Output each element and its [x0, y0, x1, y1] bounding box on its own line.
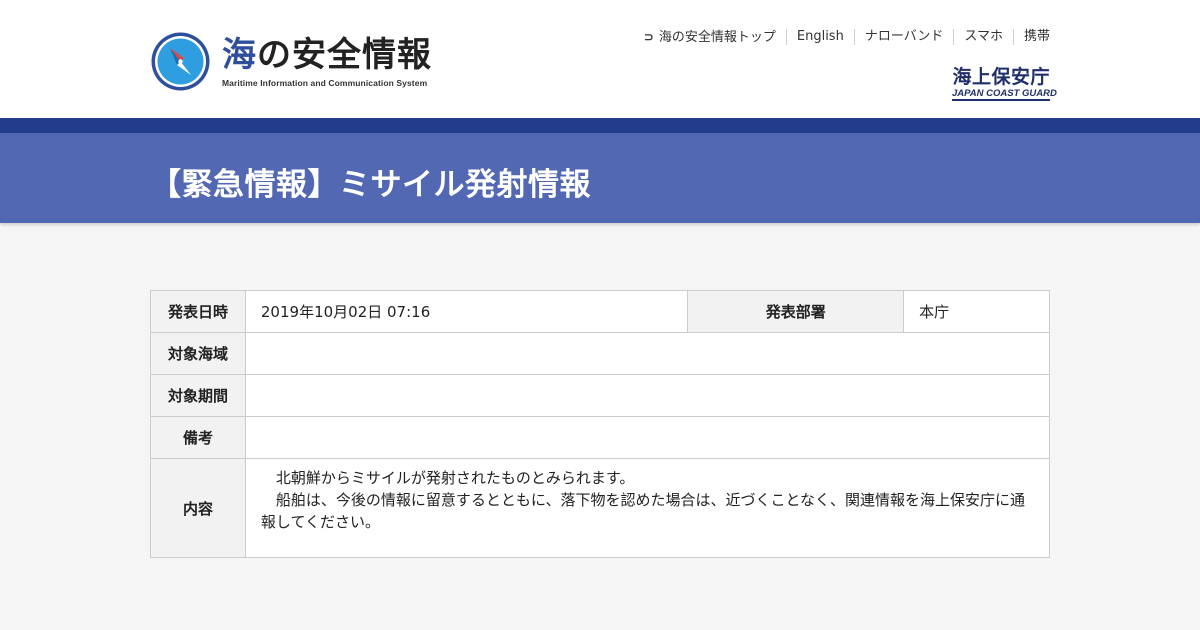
content-line: 北朝鮮からミサイルが発射されたものとみられます。 [260, 469, 635, 487]
dept-label: 発表部署 [687, 290, 905, 333]
utility-nav: ⊃ 海の安全情報トップ English ナローバンド スマホ 携帯 [634, 28, 1050, 46]
nav-link-narrowband[interactable]: ナローバンド [853, 29, 954, 45]
period-value [244, 374, 1051, 417]
compass-logo-icon [151, 32, 210, 90]
arrow-icon: ⊃ [643, 29, 654, 44]
issued-label: 発表日時 [150, 290, 246, 333]
table-row: 対象期間 [150, 374, 1051, 417]
period-label: 対象期間 [150, 374, 246, 417]
table-row: 備考 [150, 416, 1051, 459]
table-row: 発表日時 2019年10月02日 07:16 発表部署 本庁 [150, 290, 1050, 333]
content-line: 船舶は、今後の情報に留意するとともに、落下物を認めた場合は、近づくことなく、関連… [260, 491, 1025, 531]
nav-link-smartphone[interactable]: スマホ [953, 29, 1013, 45]
nav-link-english[interactable]: English [785, 29, 854, 45]
coast-guard-kanji: 海上保安庁 [952, 66, 1050, 88]
remarks-label: 備考 [150, 416, 246, 459]
table-row: 内容 北朝鮮からミサイルが発射されたものとみられます。 船舶は、今後の情報に留意… [150, 458, 1051, 558]
alert-info-table: 発表日時 2019年10月02日 07:16 発表部署 本庁 対象海域 対象期間… [150, 290, 1051, 558]
site-logo[interactable]: 海の安全情報 Maritime Information and Communic… [150, 30, 440, 92]
dept-value: 本庁 [903, 290, 1050, 333]
title-band: 【緊急情報】ミサイル発射情報 [0, 133, 1200, 223]
area-value [244, 332, 1051, 375]
coast-guard-logo[interactable]: 海上保安庁 JAPAN COAST GUARD [952, 66, 1057, 101]
content-value: 北朝鮮からミサイルが発射されたものとみられます。 船舶は、今後の情報に留意すると… [244, 458, 1051, 558]
issued-value: 2019年10月02日 07:16 [244, 290, 689, 333]
nav-link-top[interactable]: ⊃ 海の安全情報トップ [634, 29, 786, 46]
nav-link-mobile[interactable]: 携帯 [1012, 29, 1050, 45]
logo-title: 海の安全情報 [222, 34, 432, 75]
remarks-value [244, 416, 1051, 459]
site-header: 海の安全情報 Maritime Information and Communic… [0, 0, 1200, 118]
area-label: 対象海域 [150, 332, 246, 375]
table-row: 対象海域 [150, 332, 1051, 375]
logo-subtitle: Maritime Information and Communication S… [222, 77, 428, 88]
header-divider-band [0, 118, 1200, 133]
content-label: 内容 [150, 458, 246, 558]
page-title: 【緊急情報】ミサイル発射情報 [150, 167, 591, 203]
coast-guard-english: JAPAN COAST GUARD [952, 88, 1057, 101]
